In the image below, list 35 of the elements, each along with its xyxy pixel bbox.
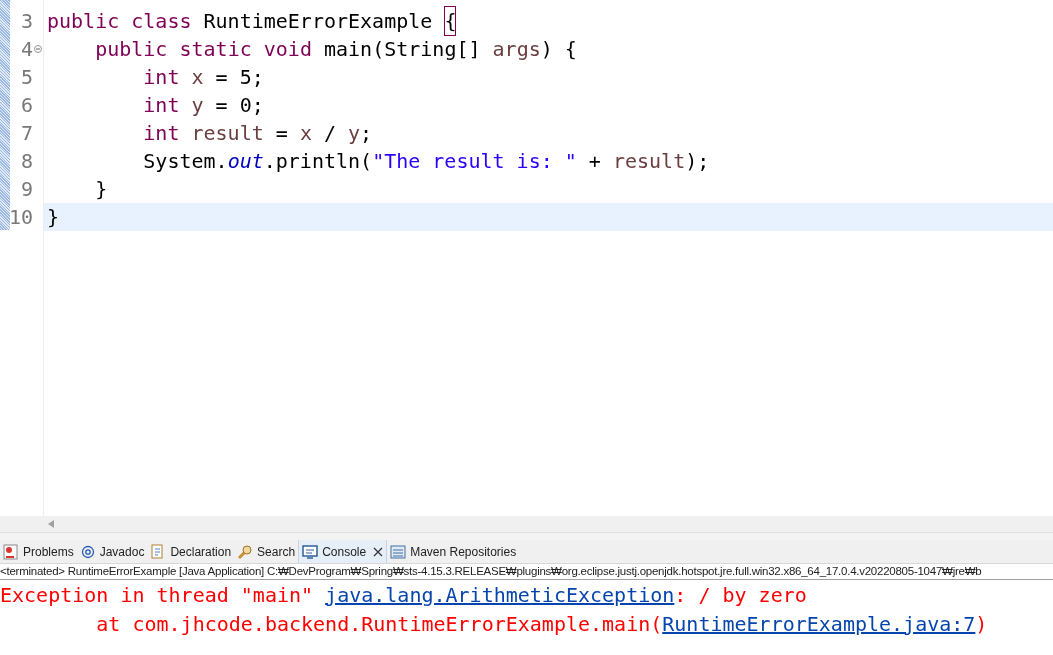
line-number: 5 — [20, 64, 33, 91]
code-line: int result = x / y; — [142, 120, 374, 147]
view-tab[interactable]: Search — [234, 540, 299, 563]
scroll-left-icon[interactable] — [48, 520, 54, 528]
console-header: <terminated> RuntimeErrorExample [Java Application] C:₩DevProgram₩Spring₩sts-4.15.3.RELEASE₩plugins₩org.eclipse.justj.openjdk.hotspot.jre.full.win32.x86_64_17.0.4.v20220805-1047₩jre₩b — [0, 563, 982, 579]
view-tab[interactable]: Javadoc — [76, 540, 148, 563]
view-tab[interactable]: Maven Repositories — [387, 540, 520, 563]
problems-icon — [3, 543, 19, 560]
console-error-text: ) — [975, 612, 988, 636]
code-line: int x = 5; — [142, 64, 265, 91]
code-line: public class RuntimeErrorExample { — [44, 7, 1053, 35]
view-tab[interactable]: Console — [298, 540, 388, 563]
table-icon — [390, 543, 407, 560]
close-icon[interactable] — [373, 546, 384, 557]
line-number: 7 — [20, 120, 33, 147]
code-line: } — [94, 176, 109, 203]
line-number: 6 — [20, 92, 33, 119]
flashlight-icon — [237, 543, 254, 560]
console-error-text: at com.jhcode.backend.RuntimeErrorExample.main( — [95, 612, 663, 636]
line-number: 4 — [20, 36, 33, 63]
line-number: 3 — [20, 8, 33, 35]
console-link[interactable]: RuntimeErrorExample.java:7 — [662, 612, 976, 636]
code-line: System.out.println("The result is: " + result); — [142, 148, 711, 175]
fold-icon[interactable] — [34, 45, 42, 53]
console-error-text: Exception in thread "main" — [0, 583, 315, 607]
view-tab[interactable]: Problems — [0, 540, 77, 563]
line-number: 8 — [20, 148, 33, 175]
code-line: public static void main(String[] args) { — [94, 36, 578, 63]
line-number: 10 — [8, 204, 33, 231]
code-line: int y = 0; — [142, 92, 265, 119]
view-tab[interactable]: Declaration — [147, 540, 235, 563]
console-link[interactable]: java.lang.ArithmeticException — [325, 583, 675, 607]
console-error-text: : / by zero — [674, 583, 807, 607]
monitor-icon — [302, 543, 319, 560]
line-number: 9 — [20, 176, 33, 203]
